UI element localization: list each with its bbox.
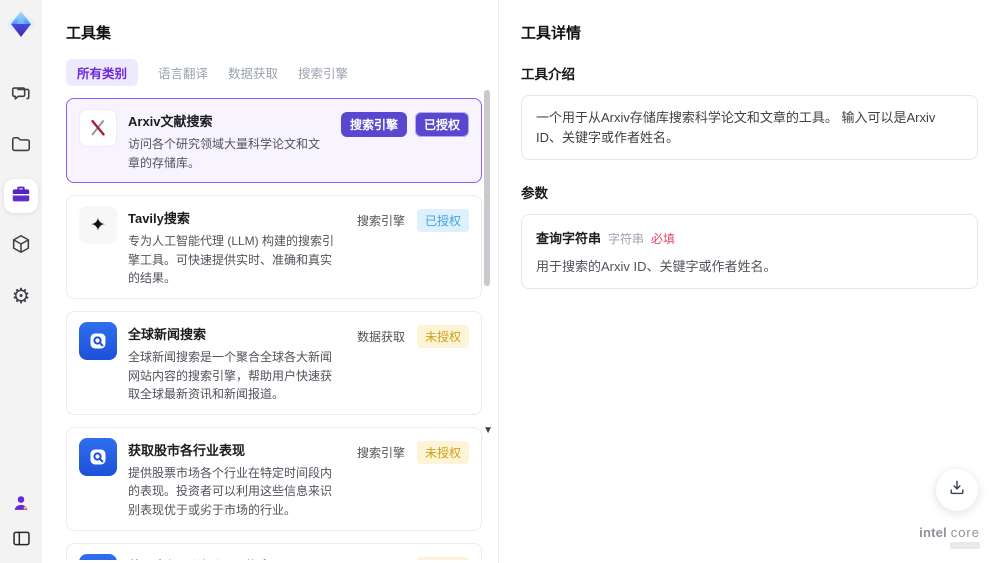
tool-description: 全球新闻搜索是一个聚合全球各大新闻网站内容的搜索引擎，帮助用户快速获取全球最新资… xyxy=(128,349,333,402)
news-search-icon xyxy=(79,321,117,360)
toolbox-icon xyxy=(10,183,32,210)
category-tabs: 所有类别 语言翻译 数据获取 搜索引擎 xyxy=(66,59,498,86)
auth-status-badge: 未授权 xyxy=(416,556,469,560)
tool-description: 专为人工智能代理 (LLM) 构建的搜索引擎工具。可快速提供实时、准确和真实的结… xyxy=(128,234,335,286)
category-label: 数据获取 xyxy=(356,329,405,344)
params-heading: 参数 xyxy=(521,186,548,201)
stock-search-icon xyxy=(79,553,117,560)
tool-card-tavily[interactable]: ✦ Tavily搜索 专为人工智能代理 (LLM) 构建的搜索引擎工具。可快速提… xyxy=(66,195,482,299)
intel-sub-badge xyxy=(950,542,980,549)
tool-card-global-news[interactable]: 全球新闻搜索 全球新闻搜索是一个聚合全球各大新闻网站内容的搜索引擎，帮助用户快速… xyxy=(66,310,482,415)
auth-status-badge: 已授权 xyxy=(414,112,469,137)
tool-name: Tavily搜索 xyxy=(128,211,190,227)
sidebar-item-tools[interactable] xyxy=(4,179,38,213)
sidebar-item-models[interactable] xyxy=(9,234,33,258)
tab-all-categories[interactable]: 所有类别 xyxy=(66,59,139,86)
param-required-flag: 必填 xyxy=(651,232,676,246)
tool-card-sector-performance[interactable]: 获取股市各行业表现 提供股票市场各个行业在特定时间段内的表现。投资者可以利用这些… xyxy=(66,426,482,531)
gear-icon: ⚙ xyxy=(11,284,31,308)
user-icon xyxy=(10,492,32,519)
sidebar-item-account[interactable] xyxy=(9,493,33,517)
tool-description: 访问各个研究领域大量科学论文和文章的存储库。 xyxy=(128,137,321,170)
tool-detail-panel: 工具详情 工具介绍 一个用于从Arxiv存储库搜索科学论文和文章的工具。 输入可… xyxy=(498,0,1000,563)
page-title: 工具集 xyxy=(66,25,112,42)
category-label: 搜索引擎 xyxy=(356,445,405,460)
sidebar: ⚙ xyxy=(0,0,42,563)
tool-name: 获取股市各行业表现 xyxy=(128,442,246,458)
category-label: 搜索引擎 xyxy=(353,557,409,560)
core-wordmark: core xyxy=(950,525,980,540)
download-button[interactable] xyxy=(936,469,978,511)
tool-name: Arxiv文献搜索 xyxy=(128,114,213,129)
tavily-star-icon: ✦ xyxy=(79,206,117,245)
arxiv-logo-icon xyxy=(79,109,117,147)
scroll-down-arrow-icon[interactable]: ▼ xyxy=(483,425,493,436)
param-description: 用于搜索的Arxiv ID、关键字或作者姓名。 xyxy=(536,259,777,274)
app-logo-icon xyxy=(5,8,37,40)
category-label: 搜索引擎 xyxy=(356,214,405,229)
list-scrollbar[interactable] xyxy=(484,90,490,545)
category-badge: 搜索引擎 xyxy=(340,112,407,137)
detail-title: 工具详情 xyxy=(521,25,582,42)
collapse-panel-icon xyxy=(11,528,32,554)
tab-search-engine[interactable]: 搜索引擎 xyxy=(298,59,348,86)
intel-wordmark: intel xyxy=(919,525,947,540)
param-type: 字符串 xyxy=(608,232,645,246)
download-icon xyxy=(947,478,967,503)
tool-card-active-stocks[interactable]: 获取市场最活跃股票信息 提供当天交易量最高的股票列表。投资者可以利用这些信息来识… xyxy=(66,542,482,560)
intel-core-logo: intel core xyxy=(919,525,980,549)
parameter-card: 查询字符串 字符串 必填 用于搜索的Arxiv ID、关键字或作者姓名。 xyxy=(521,214,978,289)
auth-status-badge: 已授权 xyxy=(416,209,469,233)
auth-status-badge: 未授权 xyxy=(416,440,469,464)
scrollbar-thumb[interactable] xyxy=(484,90,490,286)
tool-list-panel: 工具集 所有类别 语言翻译 数据获取 搜索引擎 Arxiv文献搜索 访问各个研究… xyxy=(42,0,498,563)
folder-icon xyxy=(10,133,32,160)
sidebar-item-files[interactable] xyxy=(9,134,33,158)
stock-search-icon xyxy=(79,437,117,476)
tool-card-arxiv[interactable]: Arxiv文献搜索 访问各个研究领域大量科学论文和文章的存储库。 搜索引擎 已授… xyxy=(66,98,482,184)
sidebar-collapse-button[interactable] xyxy=(9,529,33,553)
tool-name: 获取市场最活跃股票信息 xyxy=(128,556,342,560)
param-name: 查询字符串 xyxy=(536,231,602,246)
tab-language-translation[interactable]: 语言翻译 xyxy=(158,59,208,86)
tab-data-acquisition[interactable]: 数据获取 xyxy=(228,59,278,86)
tool-description: 提供股票市场各个行业在特定时间段内的表现。投资者可以利用这些信息来识别表现优于或… xyxy=(128,465,333,517)
chat-icon xyxy=(10,83,32,110)
auth-status-badge: 未授权 xyxy=(416,324,469,348)
cube-icon xyxy=(10,233,32,260)
tool-name: 全球新闻搜索 xyxy=(128,326,207,342)
tool-intro-text: 一个用于从Arxiv存储库搜索科学论文和文章的工具。 输入可以是Arxiv ID… xyxy=(521,95,978,160)
intro-heading: 工具介绍 xyxy=(521,67,575,82)
sidebar-item-chat[interactable] xyxy=(9,84,33,108)
sidebar-item-settings[interactable]: ⚙ xyxy=(9,284,33,308)
tool-list: Arxiv文献搜索 访问各个研究领域大量科学论文和文章的存储库。 搜索引擎 已授… xyxy=(66,98,482,560)
